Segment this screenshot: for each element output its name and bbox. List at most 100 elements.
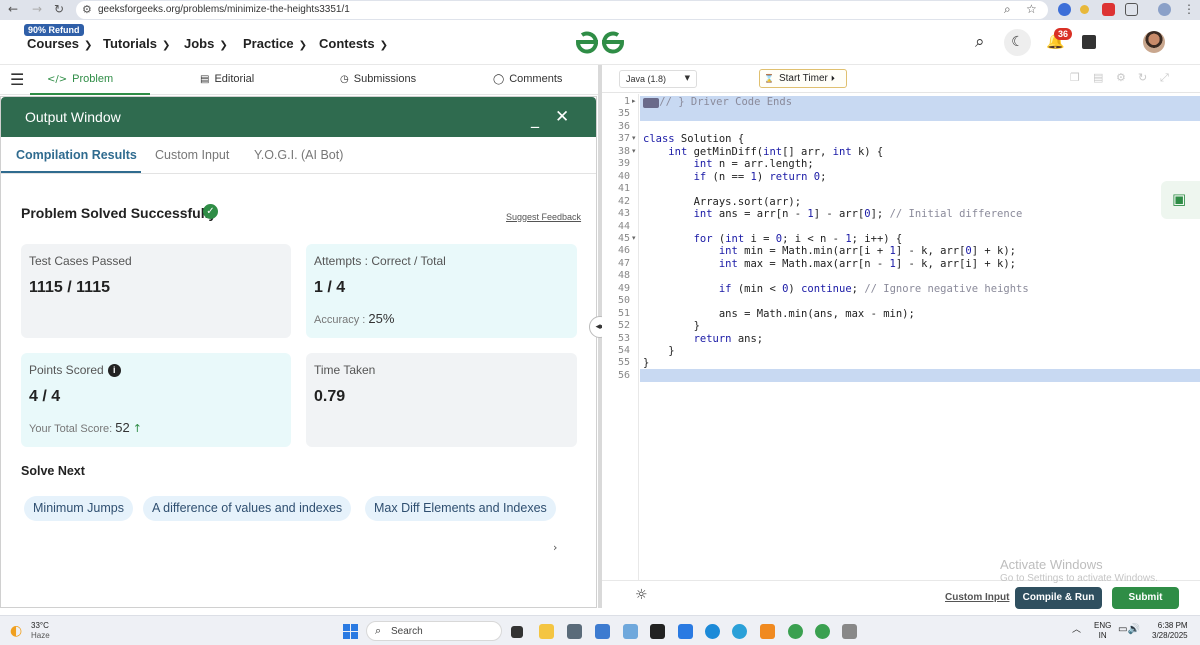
task-view-icon[interactable] — [511, 626, 523, 638]
telegram-icon[interactable] — [732, 624, 747, 639]
close-icon[interactable]: ✕ — [555, 107, 569, 127]
info-icon[interactable]: i — [107, 364, 121, 377]
bookmark-star-icon[interactable]: ☆ — [1026, 2, 1037, 16]
windows-taskbar: ◐ 33°C Haze ⌕ Search ︿ ENG IN ▭🔊 6:38 PM 3/2… — [0, 615, 1200, 645]
fold-collapse-icon[interactable]: ▾ — [632, 147, 636, 155]
comment-icon: ◯ — [493, 74, 505, 85]
tab-problem[interactable]: </> Problem — [47, 73, 113, 85]
copy-icon[interactable]: ❐ — [1070, 71, 1080, 84]
settings-icon[interactable]: ⚙ — [1116, 71, 1126, 84]
accuracy: Accuracy : 25% — [314, 311, 395, 326]
time-label: Time Taken — [314, 363, 376, 377]
reset-icon[interactable]: ↻ — [1138, 71, 1147, 84]
theme-bulb-icon[interactable]: ☼ — [635, 587, 648, 603]
nav-contests[interactable]: Contests ❯ — [319, 36, 388, 51]
submit-button[interactable]: Submit — [1112, 587, 1179, 609]
nav-jobs[interactable]: Jobs ❯ — [184, 36, 228, 51]
site-info-icon[interactable]: ⚙ — [82, 3, 92, 16]
fold-collapse-icon[interactable]: ▾ — [632, 234, 636, 242]
solve-next-chip[interactable]: Max Diff Elements and Indexes — [365, 496, 556, 521]
check-circle-icon: ✓ — [203, 204, 218, 219]
line-number: 46 — [617, 245, 630, 257]
line-number: 52 — [617, 320, 630, 332]
windows-start-icon[interactable] — [343, 624, 358, 639]
wifi-volume-icon[interactable]: ▭🔊 — [1118, 624, 1140, 635]
address-bar[interactable]: ⚙ geeksforgeeks.org/problems/minimize-th… — [76, 1, 1048, 19]
solve-next-chip[interactable]: Minimum Jumps — [24, 496, 133, 521]
chrome-icon[interactable] — [815, 624, 830, 639]
translate-icon[interactable] — [1082, 35, 1096, 49]
notification-count-badge: 36 — [1054, 28, 1073, 40]
line-number-gutter: 1 ▸ 35 36 37 ▾ 38 ▾ 39 40 41 42 43 44 45 ▾ 46 47 48 49 50 51 5… — [602, 94, 639, 580]
extensions-puzzle-icon[interactable] — [1125, 3, 1138, 16]
tab-submissions[interactable]: ◷ Submissions — [340, 73, 416, 85]
test-cases-value: 1115 / 1115 — [29, 279, 110, 296]
line-number: 44 — [617, 220, 630, 232]
chrome-icon[interactable] — [788, 624, 803, 639]
weather-icon[interactable]: ◐ — [10, 623, 22, 639]
fold-collapse-icon[interactable]: ▾ — [632, 134, 636, 142]
chat-button[interactable]: ▣ — [1161, 181, 1200, 219]
solve-next-chip[interactable]: A difference of values and indexes — [143, 496, 352, 521]
gfg-logo[interactable] — [574, 29, 626, 55]
zoom-icon[interactable]: ⌕ — [1004, 2, 1011, 17]
code-editor[interactable]: ···// } Driver Code Ends class Solution {… — [640, 94, 1200, 580]
search-icon[interactable]: ⌕ — [975, 32, 985, 52]
points-card: Points Scored i 4 / 4 Your Total Score: 5… — [21, 353, 291, 447]
hamburger-menu-icon[interactable]: ☰ — [10, 70, 24, 89]
nav-practice[interactable]: Practice ❯ — [243, 36, 307, 51]
vlc-icon[interactable] — [760, 624, 775, 639]
calculator-icon[interactable] — [567, 624, 582, 639]
app-icon[interactable] — [842, 624, 857, 639]
vscode-icon[interactable] — [678, 624, 693, 639]
nav-courses[interactable]: Courses ❯ — [27, 36, 92, 51]
app-icon[interactable] — [650, 624, 665, 639]
minimize-icon[interactable]: _ — [531, 109, 539, 128]
language-select[interactable]: Java (1.8) ▼ — [619, 70, 697, 88]
activate-windows-watermark: Activate Windows — [1000, 557, 1103, 572]
nav-tutorials[interactable]: Tutorials ❯ — [103, 36, 170, 51]
play-icon: ⏵ — [830, 74, 835, 83]
back-icon[interactable]: ← — [8, 2, 18, 16]
tray-chevron-icon[interactable]: ︿ — [1072, 622, 1081, 635]
custom-input-link[interactable]: Custom Input — [945, 592, 1009, 603]
start-timer-button[interactable]: ⌛ Start Timer ⏵ — [759, 69, 847, 88]
extension-icon[interactable] — [1058, 3, 1071, 16]
app-icon[interactable] — [623, 624, 638, 639]
file-explorer-icon[interactable] — [539, 624, 554, 639]
tab-compilation-results[interactable]: Compilation Results — [16, 148, 137, 162]
clock[interactable]: 6:38 PM 3/28/2025 — [1152, 621, 1188, 641]
tab-yogi-ai-bot[interactable]: Y.O.G.I. (AI Bot) — [254, 148, 343, 162]
code-line: } — [643, 345, 675, 357]
solve-next-title: Solve Next — [21, 464, 85, 478]
active-tab-indicator — [30, 93, 150, 95]
weather-widget[interactable]: 33°C Haze — [31, 621, 50, 641]
reload-icon[interactable]: ↻ — [54, 2, 64, 16]
forward-icon[interactable]: → — [32, 2, 42, 16]
chevron-down-icon: ❯ — [84, 40, 93, 51]
taskbar-search[interactable]: ⌕ Search — [366, 621, 502, 641]
code-line: int getMinDiff(int[] arr, int k) { — [668, 145, 884, 158]
fullscreen-icon[interactable]: ⤢ — [1160, 71, 1169, 85]
output-window-header: Output Window _ ✕ — [1, 97, 596, 137]
profile-icon[interactable] — [1158, 3, 1171, 16]
fold-expand-icon[interactable]: ▸ — [632, 97, 636, 105]
chevron-right-icon[interactable]: › — [553, 541, 557, 554]
tab-custom-input[interactable]: Custom Input — [155, 148, 229, 162]
compile-run-button[interactable]: Compile & Run — [1015, 587, 1102, 609]
tab-comments[interactable]: ◯ Comments — [493, 73, 562, 85]
extension-icon[interactable] — [1080, 5, 1089, 14]
points-value: 4 / 4 — [29, 388, 61, 405]
selection-highlight — [640, 107, 1200, 121]
language-indicator[interactable]: ENG IN — [1094, 621, 1111, 641]
suggest-feedback-link[interactable]: Suggest Feedback — [506, 212, 581, 222]
tab-editorial[interactable]: ▤ Editorial — [200, 73, 254, 85]
app-icon[interactable] — [595, 624, 610, 639]
avatar[interactable] — [1143, 31, 1165, 53]
dark-mode-moon-icon[interactable]: ☾ — [1004, 29, 1031, 56]
menu-dots-icon[interactable]: ⋮ — [1183, 2, 1195, 16]
extension-icon[interactable] — [1102, 3, 1115, 16]
problem-tabs: ☰ </> Problem ▤ Editorial ◷ Submissions ◯ Co… — [0, 65, 600, 95]
file-icon[interactable]: ▤ — [1093, 71, 1103, 84]
edge-icon[interactable] — [705, 624, 720, 639]
